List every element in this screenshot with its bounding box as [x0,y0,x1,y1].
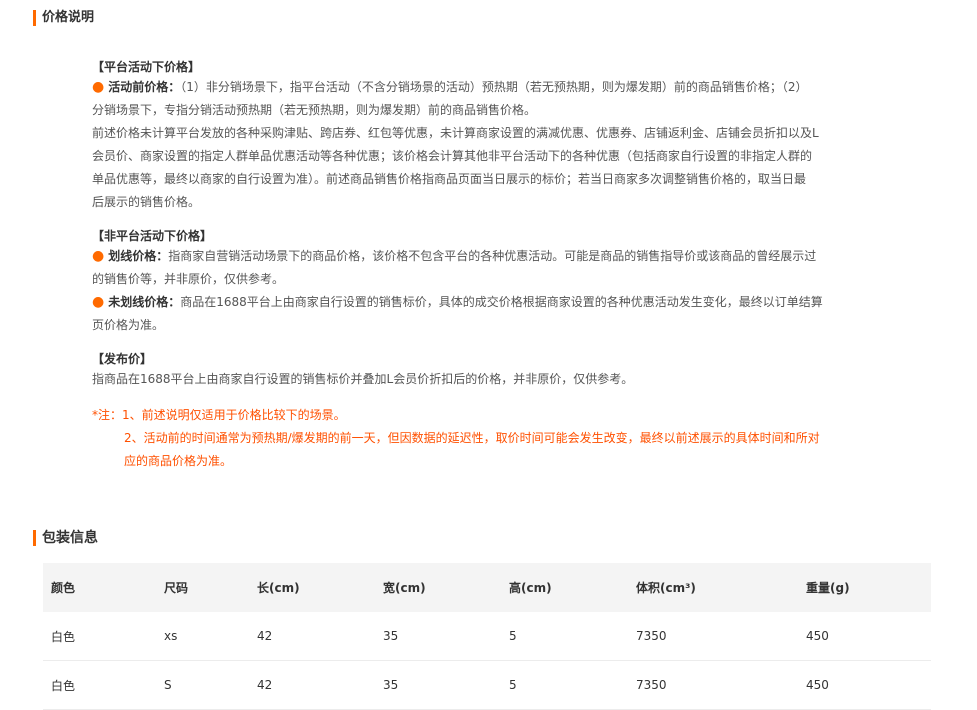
publish-price-heading: 【发布价】 [92,352,153,366]
note-prefix: *注： [92,408,123,422]
price-section-title: 价格说明 [33,10,94,26]
platform-text-line: 前述价格未计算平台发放的各种采购津贴、跨店券、红包等优惠，未计算商家设置的满减优… [92,126,819,140]
cell-height: 5 [501,612,628,661]
table-row: 白色 xs 42 35 5 7350 450 [43,612,931,661]
platform-text-line: 单品优惠等，最终以商家的自行设置为准）。前述商品销售价格指商品页面当日展示的标价… [92,172,807,186]
package-section-title: 包装信息 [33,530,98,546]
table-row: 白色 S 42 35 5 7350 450 [43,660,931,710]
nostrike-price-text: 页价格为准。 [92,318,165,332]
note-text: 应的商品价格为准。 [124,454,233,468]
non-platform-price-heading: 【非平台活动下价格】 [92,229,213,243]
cell-size: xs [156,612,249,661]
note-text: 2、活动前的时间通常为预热期/爆发期的前一天，但因数据的延迟性，取价时间可能会发… [124,431,820,445]
col-header-color: 颜色 [43,563,156,612]
col-header-width: 宽(cm) [375,563,501,612]
note-text: 1、前述说明仅适用于价格比较下的场景。 [122,408,346,422]
cell-volume: 7350 [628,660,798,710]
package-table: 颜色 尺码 长(cm) 宽(cm) 高(cm) 体积(cm³) 重量(g) 白色… [43,563,931,710]
bullet-dot-icon: ● [92,79,105,95]
platform-text-line: （1）非分销场景下，指平台活动（不含分销场景的活动）预热期（若无预热期，则为爆发… [180,80,808,94]
platform-text-line: 后展示的销售价格。 [92,195,201,209]
col-header-volume: 体积(cm³) [628,563,798,612]
cell-width: 35 [375,612,501,661]
platform-price-heading: 【平台活动下价格】 [92,60,201,74]
strike-price-label: 划线价格： [108,249,169,263]
price-description: 【平台活动下价格】 ● 活动前价格：（1）非分销场景下，指平台活动（不含分销场景的… [92,58,892,473]
strike-price-line: ● 划线价格：指商家自营销活动场景下的商品价格，该价格不包含平台的各种优惠活动。可… [92,245,892,268]
cell-length: 42 [249,612,375,661]
pre-activity-price-label: 活动前价格： [108,80,181,94]
note-line: 应的商品价格为准。 [92,450,892,473]
bullet-dot-icon: ● [92,294,105,310]
cell-color: 白色 [43,660,156,710]
note-line: 2、活动前的时间通常为预热期/爆发期的前一天，但因数据的延迟性，取价时间可能会发… [92,427,892,450]
col-header-weight: 重量(g) [798,563,931,612]
cell-color: 白色 [43,612,156,661]
col-header-length: 长(cm) [249,563,375,612]
pre-activity-price-line: ● 活动前价格：（1）非分销场景下，指平台活动（不含分销场景的活动）预热期（若无预… [92,76,892,99]
nostrike-price-line: ● 未划线价格：商品在1688平台上由商家自行设置的销售标价，具体的成交价格根据商… [92,291,892,314]
strike-price-text: 指商家自营销活动场景下的商品价格，该价格不包含平台的各种优惠活动。可能是商品的销… [168,249,817,263]
bullet-dot-icon: ● [92,248,105,264]
col-header-height: 高(cm) [501,563,628,612]
table-header-row: 颜色 尺码 长(cm) 宽(cm) 高(cm) 体积(cm³) 重量(g) [43,563,931,612]
platform-text-line: 会员价、商家设置的指定人群单品优惠活动等各种优惠；该价格会计算其他非平台活动下的… [92,149,813,163]
cell-height: 5 [501,660,628,710]
platform-text-line: 分销场景下，专指分销活动预热期（若无预热期，则为爆发期）前的商品销售价格。 [92,103,537,117]
nostrike-price-text: 商品在1688平台上由商家自行设置的销售标价，具体的成交价格根据商家设置的各种优… [180,295,823,309]
cell-length: 42 [249,660,375,710]
cell-weight: 450 [798,660,931,710]
note-line: *注：1、前述说明仅适用于价格比较下的场景。 [92,404,892,427]
publish-price-text: 指商品在1688平台上由商家自行设置的销售标价并叠加L会员价折扣后的价格，并非原… [92,372,634,386]
cell-size: S [156,660,249,710]
cell-volume: 7350 [628,612,798,661]
cell-width: 35 [375,660,501,710]
cell-weight: 450 [798,612,931,661]
col-header-size: 尺码 [156,563,249,612]
nostrike-price-label: 未划线价格： [108,295,181,309]
strike-price-text: 的销售价等，并非原价，仅供参考。 [92,272,285,286]
